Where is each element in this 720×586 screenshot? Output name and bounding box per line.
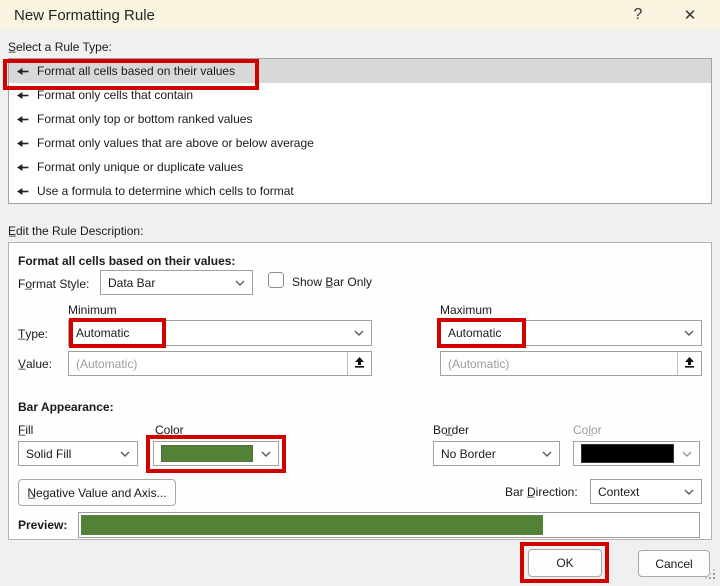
- rule-type-item[interactable]: Format only unique or duplicate values: [9, 155, 711, 179]
- chevron-down-icon: [542, 451, 552, 457]
- maximum-value-field[interactable]: (Automatic): [440, 351, 702, 376]
- negative-value-axis-label: N̲egative Value and Axis...: [27, 485, 167, 500]
- maximum-type-dropdown[interactable]: Automatic: [440, 320, 702, 346]
- rule-type-item-label: Use a formula to determine which cells t…: [37, 184, 294, 198]
- chevron-down-icon: [684, 330, 694, 336]
- ok-button[interactable]: OK: [528, 549, 602, 577]
- minimum-header: Minimum: [68, 303, 117, 317]
- fill-dropdown[interactable]: Solid Fill: [18, 441, 138, 466]
- left-arrow-icon: [17, 163, 29, 172]
- rule-type-section-label: S̲elect a Rule Type:: [8, 40, 112, 54]
- chevron-down-icon: [235, 280, 245, 286]
- bar-color-dropdown[interactable]: [153, 441, 279, 466]
- rule-type-item[interactable]: Format only cells that contain: [9, 83, 711, 107]
- border-dropdown[interactable]: No Border: [433, 441, 560, 466]
- rule-type-list: Format all cells based on their values F…: [8, 58, 712, 204]
- help-button[interactable]: ?: [616, 0, 660, 30]
- bar-appearance-header: Bar Appearance:: [18, 400, 114, 414]
- show-bar-only-label: Show B̲ar Only: [292, 275, 373, 289]
- negative-value-axis-button[interactable]: N̲egative Value and Axis...: [18, 479, 176, 506]
- maximum-value-placeholder: (Automatic): [448, 356, 510, 371]
- border-label: Bor̲der: [433, 423, 470, 437]
- left-arrow-icon: [17, 67, 29, 76]
- rule-type-item[interactable]: Format only values that are above or bel…: [9, 131, 711, 155]
- show-bar-only-checkbox[interactable]: [268, 272, 284, 288]
- border-color-swatch: [581, 444, 674, 463]
- help-icon: ?: [633, 6, 643, 23]
- left-arrow-icon: [17, 139, 29, 148]
- preview-data-bar: [81, 515, 543, 535]
- title-bar: New Formatting Rule: [0, 0, 720, 30]
- collapse-dialog-button[interactable]: [677, 352, 701, 375]
- cancel-button-label: Cancel: [655, 556, 693, 571]
- dialog-title: New Formatting Rule: [14, 6, 155, 24]
- fill-value: Solid Fill: [26, 446, 72, 461]
- minimum-value-placeholder: (Automatic): [76, 356, 138, 371]
- value-label: V̲alue:: [18, 357, 53, 371]
- rule-description-section-label: E̲dit the Rule Description:: [8, 224, 144, 238]
- preview-field: [78, 512, 700, 538]
- border-color-dropdown[interactable]: [573, 441, 700, 466]
- close-icon: ✕: [683, 7, 697, 24]
- bar-direction-label: Bar D̲irection:: [505, 485, 578, 499]
- maximum-header: Maximum: [440, 303, 493, 317]
- new-formatting-rule-dialog: New Formatting Rule ? ✕ S̲elect a Rule T…: [0, 0, 720, 586]
- maximum-type-value: Automatic: [448, 326, 502, 340]
- rule-type-item-label: Format only values that are above or bel…: [37, 136, 314, 150]
- preview-label: Preview:: [18, 518, 68, 532]
- rule-type-item[interactable]: Format only top or bottom ranked values: [9, 107, 711, 131]
- rule-type-item[interactable]: Format all cells based on their values: [9, 59, 711, 83]
- chevron-down-icon: [682, 451, 692, 457]
- type-label: T̲ype:: [18, 327, 49, 341]
- bar-direction-value: Context: [598, 484, 640, 499]
- rule-type-item[interactable]: Use a formula to determine which cells t…: [9, 179, 711, 203]
- fill-label: F̲ill: [18, 423, 34, 437]
- left-arrow-icon: [17, 91, 29, 100]
- bar-direction-dropdown[interactable]: Context: [590, 479, 702, 504]
- cancel-button[interactable]: Cancel: [638, 550, 710, 577]
- resize-grip-icon[interactable]: [705, 569, 716, 583]
- chevron-down-icon: [120, 451, 130, 457]
- collapse-dialog-button[interactable]: [347, 352, 371, 375]
- rule-description-header: Format all cells based on their values:: [18, 254, 236, 268]
- minimum-type-dropdown[interactable]: Automatic: [68, 320, 372, 346]
- rule-type-item-label: Format only top or bottom ranked values: [37, 112, 253, 126]
- format-style-label: Fo̲rmat Style:: [18, 277, 90, 291]
- rule-type-item-label: Format only cells that contain: [37, 88, 194, 102]
- chevron-down-icon: [261, 451, 271, 457]
- chevron-down-icon: [354, 330, 364, 336]
- rule-type-item-label: Format only unique or duplicate values: [37, 160, 244, 174]
- arrow-up-from-bar-icon: [354, 356, 365, 371]
- minimum-value-field[interactable]: (Automatic): [68, 351, 372, 376]
- format-style-dropdown[interactable]: Data Bar: [100, 270, 253, 295]
- chevron-down-icon: [684, 489, 694, 495]
- arrow-up-from-bar-icon: [684, 356, 695, 371]
- minimum-type-value: Automatic: [76, 326, 130, 340]
- bar-color-swatch: [161, 445, 253, 462]
- color-label: C̲olor: [155, 423, 184, 437]
- close-button[interactable]: ✕: [668, 0, 712, 30]
- format-style-value: Data Bar: [108, 275, 156, 290]
- border-color-label: Col̲or: [573, 423, 602, 437]
- ok-button-label: OK: [556, 556, 574, 570]
- rule-type-item-label: Format all cells based on their values: [37, 64, 236, 78]
- left-arrow-icon: [17, 187, 29, 196]
- border-value: No Border: [441, 446, 496, 461]
- left-arrow-icon: [17, 115, 29, 124]
